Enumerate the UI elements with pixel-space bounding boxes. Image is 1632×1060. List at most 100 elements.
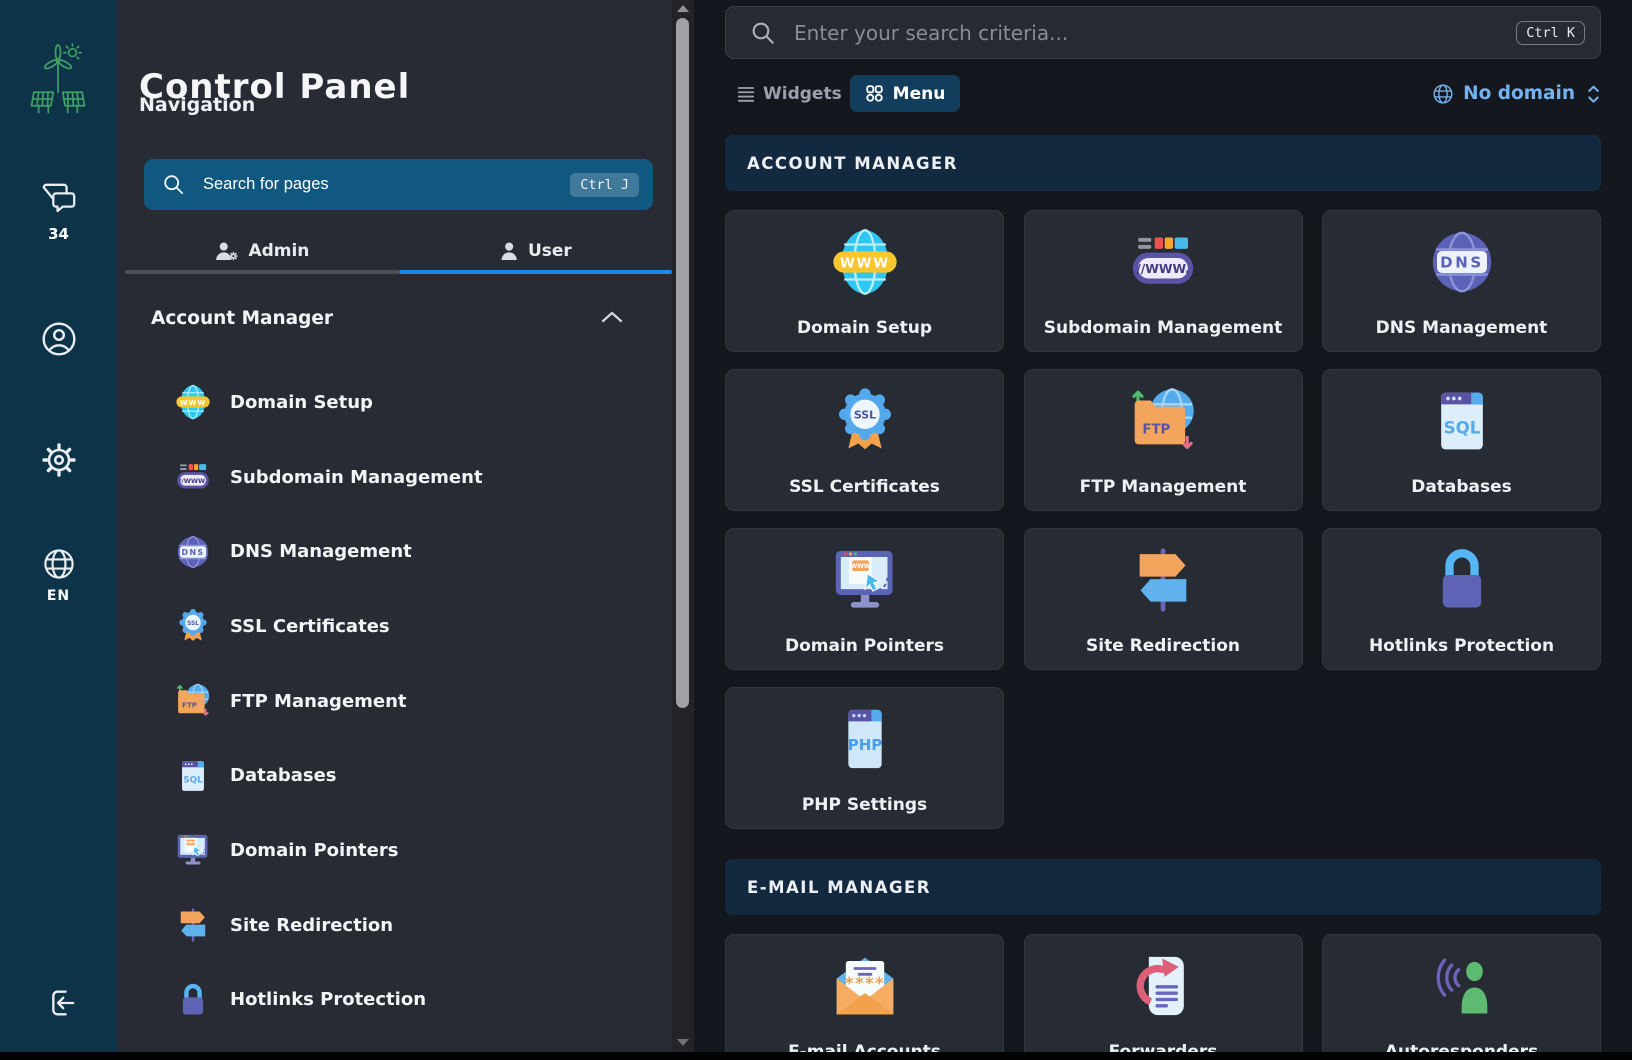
globe-icon <box>1432 83 1454 105</box>
svg-text:SQL: SQL <box>1443 418 1480 437</box>
card-grid: **** E-mail Accounts Forwarders Autoresp… <box>725 934 1601 1060</box>
card-site-redirection[interactable]: Site Redirection <box>1024 528 1303 670</box>
svg-text:SQL: SQL <box>183 775 203 785</box>
card-php-settings[interactable]: PHP PHP Settings <box>725 687 1004 829</box>
sidebar-item-site-redirection[interactable]: Site Redirection <box>117 888 672 963</box>
svg-text:PHP: PHP <box>847 736 882 754</box>
card-ftp-management[interactable]: FTP FTP Management <box>1024 369 1303 511</box>
sidebar-item-hotlinks-protection[interactable]: Hotlinks Protection <box>117 963 672 1038</box>
card-dns-management[interactable]: DNS DNS Management <box>1322 210 1601 352</box>
svg-text://WWW.: //WWW. <box>1136 262 1189 276</box>
domain-label: No domain <box>1463 83 1575 104</box>
domain-setup-icon: WWW <box>172 381 214 423</box>
card-e-mail-accounts[interactable]: **** E-mail Accounts <box>725 934 1004 1060</box>
main-search-bar: Ctrl K <box>725 6 1601 59</box>
language-code[interactable]: EN <box>0 588 117 604</box>
domain-pointers-icon: WWW <box>825 540 905 620</box>
sidebar-panel: Control Panel Navigation Search for page… <box>117 0 672 1052</box>
scrollbar-thumb[interactable] <box>676 18 689 708</box>
svg-text:SSL: SSL <box>187 621 199 627</box>
sidebar-search-placeholder: Search for pages <box>203 175 570 194</box>
control-panel-app: 34 EN Control Panel Navigation Search fo… <box>0 0 1632 1060</box>
app-rail: 34 EN <box>0 0 117 1052</box>
card-grid: WWW Domain Setup //WWW. Subdomain Manage… <box>725 210 1601 829</box>
autoresponders-icon <box>1422 946 1502 1026</box>
domain-pointers-icon: WWW <box>172 829 214 871</box>
admin-tab-icon <box>214 240 239 262</box>
sidebar-item-subdomain-management[interactable]: //WWW. Subdomain Management <box>117 440 672 515</box>
settings-gear-icon[interactable] <box>41 442 77 478</box>
card-ssl-certificates[interactable]: SSL SSL Certificates <box>725 369 1004 511</box>
card-databases[interactable]: SQL Databases <box>1322 369 1601 511</box>
email-accounts-icon: **** <box>825 946 905 1026</box>
svg-text:WWW: WWW <box>180 399 206 407</box>
sidebar-scrollbar[interactable] <box>672 0 694 1052</box>
messages-count-badge: 34 <box>0 225 117 243</box>
tab-admin[interactable]: Admin <box>125 228 399 274</box>
forwarders-icon <box>1123 946 1203 1026</box>
tab-underline <box>399 270 673 274</box>
site-redirection-icon <box>172 904 214 946</box>
svg-text://WWW.: //WWW. <box>179 477 207 485</box>
sidebar-search-button[interactable]: Search for pages Ctrl J <box>144 159 653 210</box>
sidebar-item-databases[interactable]: SQL Databases <box>117 738 672 813</box>
ssl-icon: SSL <box>825 381 905 461</box>
logout-icon[interactable] <box>42 986 76 1020</box>
svg-text:WWW: WWW <box>839 257 889 272</box>
scroll-up-arrow-icon[interactable] <box>677 5 689 12</box>
account-icon[interactable] <box>41 321 77 357</box>
sidebar-item-dns-management[interactable]: DNS DNS Management <box>117 514 672 589</box>
hotlinks-icon <box>172 979 214 1021</box>
tab-user[interactable]: User <box>399 228 673 274</box>
domain-selector[interactable]: No domain <box>1432 75 1601 112</box>
card-subdomain-management[interactable]: //WWW. Subdomain Management <box>1024 210 1303 352</box>
list-lines-icon <box>736 84 756 104</box>
svg-text:FTP: FTP <box>1142 423 1170 438</box>
shortcut-badge: Ctrl J <box>570 173 639 197</box>
svg-text:WWW: WWW <box>185 841 196 845</box>
svg-text:DNS: DNS <box>1440 253 1484 271</box>
svg-text:DNS: DNS <box>182 548 205 557</box>
ssl-icon: SSL <box>172 605 214 647</box>
sidebar-item-ftp-management[interactable]: FTP FTP Management <box>117 664 672 739</box>
sidebar-item-domain-pointers[interactable]: WWW Domain Pointers <box>117 813 672 888</box>
shortcut-badge: Ctrl K <box>1516 21 1585 45</box>
dns-icon: DNS <box>1422 222 1502 302</box>
main-search-input[interactable] <box>792 20 1516 46</box>
sidebar-item-ssl-certificates[interactable]: SSL SSL Certificates <box>117 589 672 664</box>
main-toolbar: Widgets Menu No domain <box>725 75 1601 112</box>
scroll-down-arrow-icon[interactable] <box>677 1039 689 1046</box>
section-title: ACCOUNT MANAGER <box>747 154 958 173</box>
sidebar-section-header[interactable]: Account Manager <box>151 308 333 329</box>
dns-icon: DNS <box>172 531 214 573</box>
databases-icon: SQL <box>1422 381 1502 461</box>
card-domain-setup[interactable]: WWW Domain Setup <box>725 210 1004 352</box>
section-banner: E-MAIL MANAGER <box>725 859 1601 915</box>
hotlinks-icon <box>1422 540 1502 620</box>
card-domain-pointers[interactable]: WWW Domain Pointers <box>725 528 1004 670</box>
sidebar-item-domain-setup[interactable]: WWW Domain Setup <box>117 365 672 440</box>
card-section: ACCOUNT MANAGER WWW Domain Setup //WWW. … <box>725 135 1601 829</box>
section-title: E-MAIL MANAGER <box>747 878 931 897</box>
chevron-up-icon[interactable] <box>600 310 624 324</box>
card-autoresponders[interactable]: Autoresponders <box>1322 934 1601 1060</box>
databases-icon: SQL <box>172 755 214 797</box>
ftp-icon: FTP <box>172 680 214 722</box>
messages-icon[interactable] <box>40 181 78 217</box>
php-icon: PHP <box>825 699 905 779</box>
card-forwarders[interactable]: Forwarders <box>1024 934 1303 1060</box>
widgets-label: Widgets <box>763 84 842 104</box>
menu-button[interactable]: Menu <box>850 75 960 112</box>
language-globe-icon[interactable] <box>42 547 76 581</box>
card-hotlinks-protection[interactable]: Hotlinks Protection <box>1322 528 1601 670</box>
section-banner: ACCOUNT MANAGER <box>725 135 1601 191</box>
subdomain-icon: //WWW. <box>172 456 214 498</box>
widgets-button[interactable]: Widgets <box>736 75 842 112</box>
tab-underline <box>125 270 399 274</box>
svg-text:SSL: SSL <box>853 409 875 422</box>
domain-setup-icon: WWW <box>825 222 905 302</box>
site-redirection-icon <box>1123 540 1203 620</box>
sidebar-nav-list: WWW Domain Setup //WWW. Subdomain Manage… <box>117 365 672 1037</box>
sidebar-tabs: Admin User <box>125 228 672 274</box>
svg-text:WWW: WWW <box>850 563 870 570</box>
